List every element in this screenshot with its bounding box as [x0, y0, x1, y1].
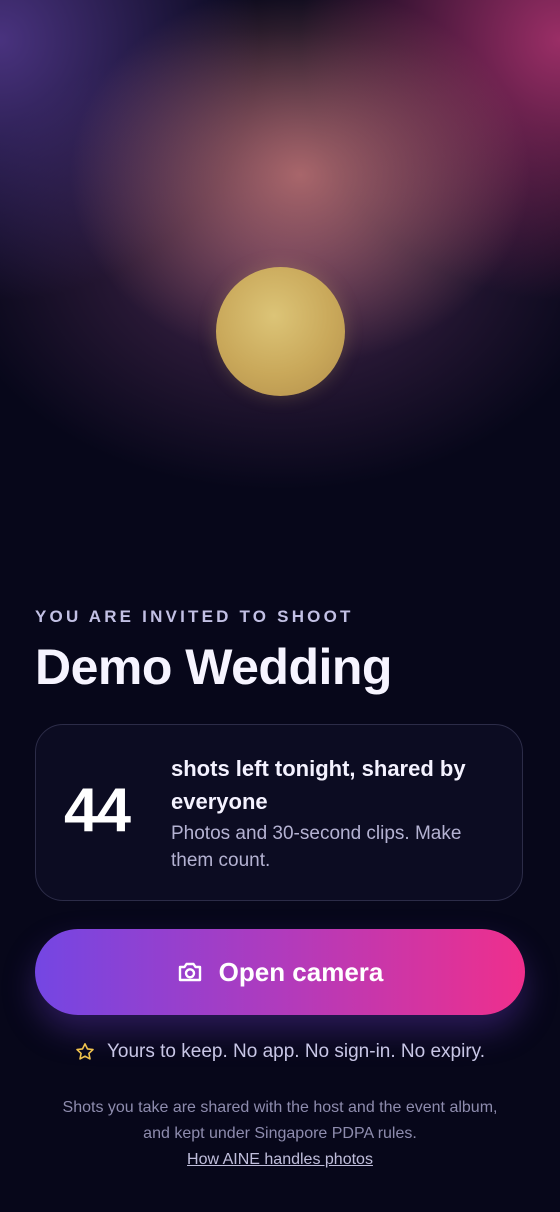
camera-icon: [177, 961, 203, 983]
event-title: Demo Wedding: [35, 639, 392, 695]
keep-notice: Yours to keep. No app. No sign-in. No ex…: [0, 1041, 560, 1063]
invitation-label: YOU ARE INVITED TO SHOOT: [35, 607, 354, 626]
footer-line-2: and kept under Singapore PDPA rules.: [143, 1125, 417, 1142]
photo-policy-link[interactable]: How AINE handles photos: [187, 1147, 373, 1173]
keep-text: Yours to keep. No app. No sign-in. No ex…: [106, 1041, 486, 1062]
shots-subtext: Photos and 30-second clips. Make them co…: [171, 823, 462, 871]
shots-headline: shots left tonight, shared by everyone: [171, 756, 466, 814]
open-camera-label: Open camera: [218, 956, 384, 987]
privacy-footer: Shots you take are shared with the host …: [20, 1095, 540, 1173]
footer-line-1: Shots you take are shared with the host …: [62, 1099, 498, 1116]
open-camera-button[interactable]: Open camera: [35, 929, 525, 1015]
star-icon: [75, 1042, 95, 1062]
hero-backdrop: [0, 0, 560, 600]
shots-card: 44 shots left tonight, shared by everyon…: [35, 724, 523, 901]
shots-count: 44: [64, 776, 131, 845]
hero-orb: [216, 267, 345, 396]
